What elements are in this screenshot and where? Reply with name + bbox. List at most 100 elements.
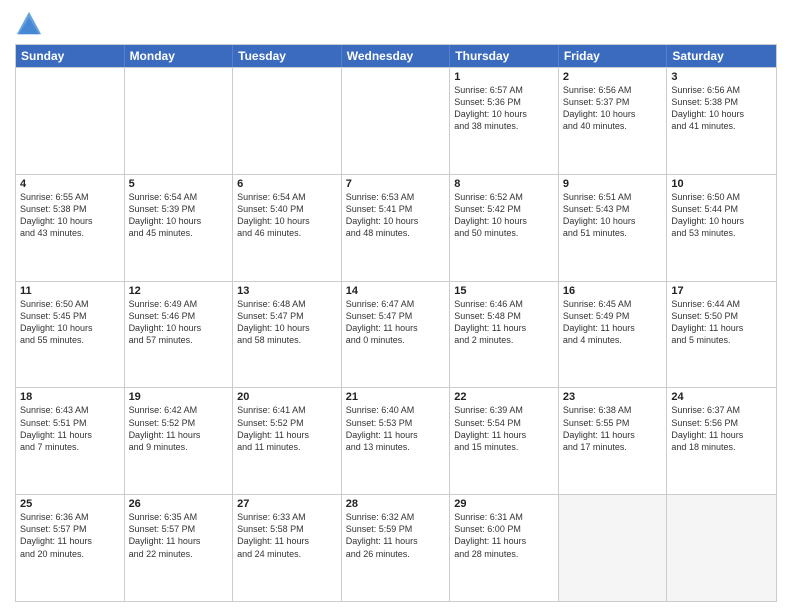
cell-line: Daylight: 11 hours bbox=[237, 429, 337, 441]
cell-line: Sunrise: 6:52 AM bbox=[454, 191, 554, 203]
cell-line: Sunset: 5:36 PM bbox=[454, 96, 554, 108]
cell-line: Sunrise: 6:43 AM bbox=[20, 404, 120, 416]
day-number: 23 bbox=[563, 391, 663, 403]
cell-line: and 15 minutes. bbox=[454, 441, 554, 453]
cell-line: Sunset: 5:57 PM bbox=[129, 523, 229, 535]
cell-line: Sunrise: 6:54 AM bbox=[129, 191, 229, 203]
cell-line: Sunset: 5:41 PM bbox=[346, 203, 446, 215]
cell-line: Sunrise: 6:32 AM bbox=[346, 511, 446, 523]
day-number: 24 bbox=[671, 391, 772, 403]
cell-line: Daylight: 10 hours bbox=[237, 215, 337, 227]
cell-line: Sunset: 5:38 PM bbox=[671, 96, 772, 108]
day-cell-20: 20Sunrise: 6:41 AMSunset: 5:52 PMDayligh… bbox=[233, 388, 342, 494]
calendar-header: SundayMondayTuesdayWednesdayThursdayFrid… bbox=[16, 45, 776, 67]
cell-line: Daylight: 10 hours bbox=[20, 215, 120, 227]
cell-line: Daylight: 11 hours bbox=[454, 429, 554, 441]
cell-line: Sunrise: 6:50 AM bbox=[20, 298, 120, 310]
day-cell-28: 28Sunrise: 6:32 AMSunset: 5:59 PMDayligh… bbox=[342, 495, 451, 601]
day-number: 27 bbox=[237, 498, 337, 510]
calendar-body: 1Sunrise: 6:57 AMSunset: 5:36 PMDaylight… bbox=[16, 67, 776, 601]
cell-line: Sunrise: 6:57 AM bbox=[454, 84, 554, 96]
day-cell-18: 18Sunrise: 6:43 AMSunset: 5:51 PMDayligh… bbox=[16, 388, 125, 494]
weekday-header-saturday: Saturday bbox=[667, 45, 776, 67]
cell-line: Sunset: 5:47 PM bbox=[237, 310, 337, 322]
cell-line: Sunset: 5:50 PM bbox=[671, 310, 772, 322]
cell-line: Sunrise: 6:41 AM bbox=[237, 404, 337, 416]
cell-line: and 7 minutes. bbox=[20, 441, 120, 453]
cell-line: and 11 minutes. bbox=[237, 441, 337, 453]
cell-line: and 46 minutes. bbox=[237, 227, 337, 239]
cell-line: Sunrise: 6:51 AM bbox=[563, 191, 663, 203]
cell-line: and 13 minutes. bbox=[346, 441, 446, 453]
day-number: 4 bbox=[20, 178, 120, 190]
empty-cell bbox=[559, 495, 668, 601]
day-number: 25 bbox=[20, 498, 120, 510]
cell-line: Daylight: 11 hours bbox=[454, 535, 554, 547]
empty-cell bbox=[667, 495, 776, 601]
cell-line: Sunset: 5:47 PM bbox=[346, 310, 446, 322]
cell-line: Daylight: 10 hours bbox=[129, 215, 229, 227]
cell-line: and 48 minutes. bbox=[346, 227, 446, 239]
cell-line: Sunrise: 6:37 AM bbox=[671, 404, 772, 416]
cell-line: Daylight: 10 hours bbox=[671, 215, 772, 227]
cell-line: Daylight: 10 hours bbox=[346, 215, 446, 227]
day-number: 9 bbox=[563, 178, 663, 190]
weekday-header-sunday: Sunday bbox=[16, 45, 125, 67]
calendar: SundayMondayTuesdayWednesdayThursdayFrid… bbox=[15, 44, 777, 602]
cell-line: Daylight: 10 hours bbox=[563, 215, 663, 227]
calendar-row-1: 1Sunrise: 6:57 AMSunset: 5:36 PMDaylight… bbox=[16, 67, 776, 174]
cell-line: and 20 minutes. bbox=[20, 548, 120, 560]
cell-line: and 24 minutes. bbox=[237, 548, 337, 560]
cell-line: Daylight: 10 hours bbox=[20, 322, 120, 334]
cell-line: Sunset: 5:52 PM bbox=[129, 417, 229, 429]
cell-line: Daylight: 11 hours bbox=[454, 322, 554, 334]
day-number: 20 bbox=[237, 391, 337, 403]
day-cell-4: 4Sunrise: 6:55 AMSunset: 5:38 PMDaylight… bbox=[16, 175, 125, 281]
cell-line: Daylight: 11 hours bbox=[20, 429, 120, 441]
cell-line: Sunrise: 6:53 AM bbox=[346, 191, 446, 203]
cell-line: Daylight: 10 hours bbox=[563, 108, 663, 120]
cell-line: Daylight: 10 hours bbox=[237, 322, 337, 334]
weekday-header-wednesday: Wednesday bbox=[342, 45, 451, 67]
cell-line: Sunrise: 6:31 AM bbox=[454, 511, 554, 523]
day-cell-22: 22Sunrise: 6:39 AMSunset: 5:54 PMDayligh… bbox=[450, 388, 559, 494]
day-number: 10 bbox=[671, 178, 772, 190]
cell-line: Sunrise: 6:36 AM bbox=[20, 511, 120, 523]
cell-line: Sunset: 5:59 PM bbox=[346, 523, 446, 535]
day-cell-27: 27Sunrise: 6:33 AMSunset: 5:58 PMDayligh… bbox=[233, 495, 342, 601]
cell-line: Sunset: 5:49 PM bbox=[563, 310, 663, 322]
empty-cell bbox=[16, 68, 125, 174]
day-number: 21 bbox=[346, 391, 446, 403]
cell-line: Sunrise: 6:56 AM bbox=[563, 84, 663, 96]
header bbox=[15, 10, 777, 38]
cell-line: Sunset: 5:48 PM bbox=[454, 310, 554, 322]
day-number: 7 bbox=[346, 178, 446, 190]
cell-line: Sunrise: 6:45 AM bbox=[563, 298, 663, 310]
cell-line: Sunset: 5:46 PM bbox=[129, 310, 229, 322]
cell-line: Sunrise: 6:47 AM bbox=[346, 298, 446, 310]
cell-line: and 45 minutes. bbox=[129, 227, 229, 239]
day-number: 29 bbox=[454, 498, 554, 510]
cell-line: and 40 minutes. bbox=[563, 120, 663, 132]
cell-line: and 50 minutes. bbox=[454, 227, 554, 239]
cell-line: Sunset: 5:44 PM bbox=[671, 203, 772, 215]
cell-line: Sunrise: 6:35 AM bbox=[129, 511, 229, 523]
cell-line: Sunrise: 6:46 AM bbox=[454, 298, 554, 310]
day-number: 3 bbox=[671, 71, 772, 83]
cell-line: and 55 minutes. bbox=[20, 334, 120, 346]
cell-line: Daylight: 11 hours bbox=[346, 429, 446, 441]
cell-line: and 26 minutes. bbox=[346, 548, 446, 560]
day-cell-2: 2Sunrise: 6:56 AMSunset: 5:37 PMDaylight… bbox=[559, 68, 668, 174]
cell-line: Sunset: 5:40 PM bbox=[237, 203, 337, 215]
cell-line: Sunrise: 6:55 AM bbox=[20, 191, 120, 203]
cell-line: Sunrise: 6:38 AM bbox=[563, 404, 663, 416]
cell-line: Sunset: 5:39 PM bbox=[129, 203, 229, 215]
day-cell-7: 7Sunrise: 6:53 AMSunset: 5:41 PMDaylight… bbox=[342, 175, 451, 281]
cell-line: Daylight: 11 hours bbox=[20, 535, 120, 547]
day-number: 13 bbox=[237, 285, 337, 297]
day-cell-12: 12Sunrise: 6:49 AMSunset: 5:46 PMDayligh… bbox=[125, 282, 234, 388]
cell-line: and 22 minutes. bbox=[129, 548, 229, 560]
cell-line: Sunrise: 6:48 AM bbox=[237, 298, 337, 310]
cell-line: and 41 minutes. bbox=[671, 120, 772, 132]
day-number: 16 bbox=[563, 285, 663, 297]
